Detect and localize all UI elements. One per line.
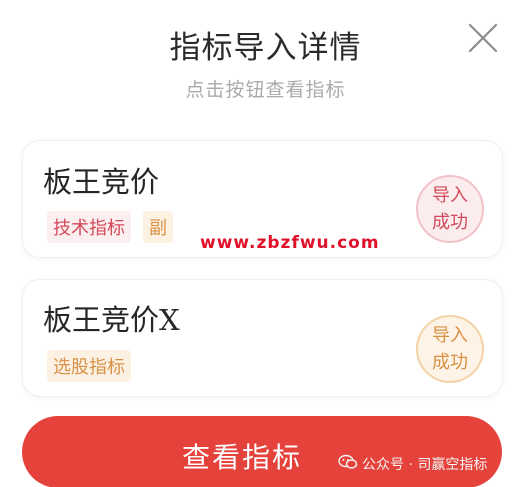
tag-technical-indicator: 技术指标: [47, 211, 131, 243]
indicator-tags: 技术指标 副: [47, 211, 173, 243]
watermark-text: www.zbzfwu.com: [200, 233, 380, 253]
badge-line-2: 成功: [432, 212, 468, 233]
view-indicators-button[interactable]: 查看指标: [22, 416, 502, 487]
indicator-name: 板王竞价X: [43, 303, 180, 337]
badge-line-2: 成功: [432, 352, 468, 373]
source-watermark: 公众号 · 司赢空指标: [338, 454, 487, 474]
badge-line-1: 导入: [432, 325, 468, 346]
import-success-badge: 导入 成功: [416, 175, 484, 243]
close-icon[interactable]: [467, 22, 499, 54]
indicator-name: 板王竞价: [43, 165, 160, 199]
dialog-subtitle: 点击按钮查看指标: [185, 79, 346, 101]
wechat-icon: [338, 454, 358, 474]
tag-sub-chart: 副: [143, 211, 173, 243]
indicator-tags: 选股指标: [47, 350, 131, 382]
indicator-card: 板王竞价X 选股指标 导入 成功: [22, 279, 503, 397]
source-watermark-text: 公众号 · 司赢空指标: [362, 457, 488, 473]
badge-line-1: 导入: [432, 185, 468, 206]
dialog-title: 指标导入详情: [169, 30, 362, 66]
import-success-badge: 导入 成功: [416, 315, 484, 383]
view-indicators-label: 查看指标: [181, 441, 302, 474]
tag-stock-selection-indicator: 选股指标: [47, 350, 131, 382]
